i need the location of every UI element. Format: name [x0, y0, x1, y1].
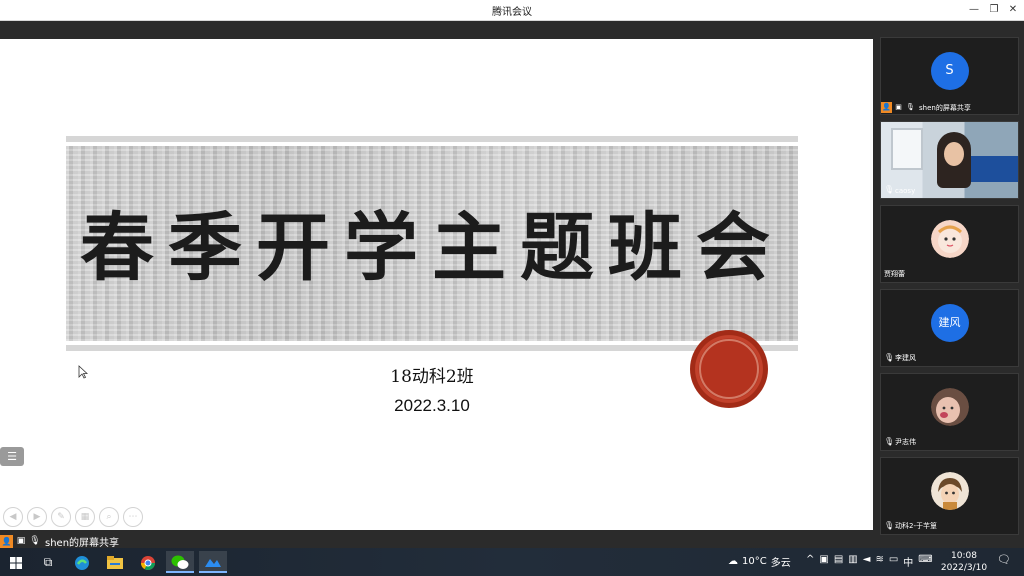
- chevron-left-icon: ◀: [9, 512, 17, 522]
- screen-share-icon: ▣: [895, 103, 902, 111]
- ime-indicator[interactable]: 中: [903, 554, 913, 569]
- avatar: [930, 220, 969, 258]
- speaker-icon[interactable]: ◄: [863, 554, 871, 569]
- prev-slide-button[interactable]: ◀: [3, 507, 23, 527]
- slides-overview-button[interactable]: ▦: [75, 507, 95, 527]
- screen-icon: ▣: [16, 536, 26, 546]
- weather-widget[interactable]: ☁ 10°C 多云: [728, 554, 791, 569]
- close-button[interactable]: ✕: [1002, 2, 1024, 18]
- participant-name: caosy: [895, 187, 916, 195]
- task-view-icon: ⧉: [43, 555, 53, 569]
- avatar: [930, 388, 969, 426]
- screen-share-indicator[interactable]: 👤 ▣ 🎙 shen的屏幕共享: [0, 533, 119, 549]
- chevron-up-icon[interactable]: ^: [806, 554, 814, 569]
- participant-name: shen的屏幕共享: [919, 103, 971, 112]
- host-icon: 👤: [881, 102, 892, 113]
- list-icon: ☰: [7, 450, 17, 463]
- participant-name: 贾翔蕾: [884, 270, 905, 278]
- share-top-strip: [0, 21, 873, 39]
- edge-icon: [75, 555, 89, 570]
- wechat-icon: [171, 555, 189, 569]
- wifi-icon[interactable]: ≋: [875, 554, 883, 569]
- weather-desc: 多云: [770, 558, 791, 569]
- microphone-icon: 🎙: [906, 103, 915, 111]
- chevron-right-icon: ▶: [33, 512, 41, 522]
- pen-button[interactable]: ✎: [51, 507, 71, 527]
- taskbar-clock[interactable]: 10:08 2022/3/10: [938, 550, 990, 574]
- red-seal-stamp: [690, 330, 768, 408]
- window-title-bar: 腾讯会议 — ❐ ✕: [0, 0, 1024, 21]
- microphone-icon: 🎙: [29, 536, 41, 546]
- window-title: 腾讯会议: [492, 7, 532, 18]
- participant-tile[interactable]: S 👤 ▣ 🎙 shen的屏幕共享: [880, 37, 1019, 115]
- avatar: 建风: [930, 304, 969, 342]
- slide-date: 2022.3.10: [394, 396, 470, 415]
- participant-tile[interactable]: 贾翔蕾: [880, 205, 1019, 283]
- user-icon: 👤: [0, 534, 13, 548]
- participant-name: 尹志伟: [895, 438, 916, 446]
- more-icon: ⋯: [128, 512, 138, 522]
- cloud-icon: ☁: [728, 556, 738, 567]
- participant-name: 李建风: [895, 354, 916, 362]
- notification-icon: 🗨: [997, 553, 1011, 566]
- microphone-muted-icon: 🎙: [884, 437, 895, 446]
- tray-app-icon[interactable]: ▣: [819, 554, 828, 569]
- avatar: [930, 472, 969, 510]
- keyboard-icon[interactable]: ⌨: [918, 554, 932, 569]
- participant-tile[interactable]: 建风 🎙 李建风: [880, 289, 1019, 367]
- chrome-button[interactable]: [134, 551, 162, 573]
- desktop: 腾讯会议 — ❐ ✕ 春季开学主题班会 18动科2班 2022.3.10 ☰ ◀…: [0, 0, 1024, 576]
- participant-tile[interactable]: 🎙 动科2-于芊篁: [880, 457, 1019, 535]
- slide-title-banner: 春季开学主题班会: [66, 136, 798, 351]
- microphone-muted-icon: 🎙: [884, 353, 895, 362]
- chrome-icon: [141, 555, 155, 570]
- participants-panel: S 👤 ▣ 🎙 shen的屏幕共享 🎙 caosy 贾翔蕾 建风 🎙 李建风 🎙…: [873, 21, 1024, 548]
- wechat-button[interactable]: [166, 551, 194, 573]
- video-face: [944, 142, 964, 166]
- weather-temp: 10°C: [742, 556, 767, 567]
- pen-icon: ✎: [57, 512, 65, 522]
- task-view-button[interactable]: ⧉: [34, 551, 62, 573]
- minimize-button[interactable]: —: [963, 2, 985, 18]
- notification-center-button[interactable]: 🗨: [996, 553, 1012, 569]
- shared-screen: 春季开学主题班会 18动科2班 2022.3.10 ☰ ◀ ▶ ✎ ▦ ⌕ ⋯: [0, 39, 873, 530]
- participant-badges: 👤 ▣ 🎙 shen的屏幕共享: [881, 102, 971, 113]
- windows-icon: [10, 556, 22, 569]
- participant-tile[interactable]: 🎙 caosy: [880, 121, 1019, 199]
- tray-meeting-icon[interactable]: ▥: [848, 554, 857, 569]
- windows-taskbar: ⧉ ☁ 10°C 多云 ^ ▣ ▤ ▥ ◄ ≋ ▭ 中 ⌨ 10:08 2022…: [0, 548, 1024, 576]
- share-label: shen的屏幕共享: [45, 537, 120, 549]
- magnifier-icon: ⌕: [106, 512, 112, 522]
- clock-time: 10:08: [951, 551, 977, 561]
- system-tray: ^ ▣ ▤ ▥ ◄ ≋ ▭ 中 ⌨: [806, 554, 933, 569]
- tray-folder-icon[interactable]: ▤: [834, 554, 843, 569]
- banner-stripe-bottom: [66, 345, 798, 351]
- next-slide-button[interactable]: ▶: [27, 507, 47, 527]
- windows-start-button[interactable]: [2, 551, 30, 573]
- file-explorer-icon: [107, 555, 123, 569]
- slide-list-button[interactable]: ☰: [0, 447, 24, 466]
- video-sofa-bg: [967, 156, 1018, 182]
- slide-class-name: 18动科2班: [390, 367, 474, 387]
- more-button[interactable]: ⋯: [123, 507, 143, 527]
- clock-date: 2022/3/10: [940, 563, 988, 573]
- participant-tile[interactable]: 🎙 尹志伟: [880, 373, 1019, 451]
- edge-button[interactable]: [68, 551, 96, 573]
- video-window-bg: [891, 128, 923, 170]
- battery-icon[interactable]: ▭: [889, 554, 898, 569]
- mouse-cursor-icon: [78, 365, 88, 379]
- banner-stripe-top: [66, 136, 798, 142]
- share-bottom-bar: [0, 530, 873, 548]
- participant-name: 动科2-于芊篁: [895, 522, 937, 530]
- avatar: S: [930, 52, 969, 90]
- microphone-icon: 🎙: [884, 185, 895, 194]
- slide-title: 春季开学主题班会: [80, 205, 784, 291]
- file-explorer-button[interactable]: [101, 551, 129, 573]
- zoom-button[interactable]: ⌕: [99, 507, 119, 527]
- tencent-meeting-icon: [205, 558, 221, 567]
- slide-controls: ◀ ▶ ✎ ▦ ⌕ ⋯: [3, 507, 143, 527]
- tencent-meeting-button[interactable]: [199, 551, 227, 573]
- microphone-muted-icon: 🎙: [884, 521, 895, 530]
- grid-icon: ▦: [80, 512, 90, 522]
